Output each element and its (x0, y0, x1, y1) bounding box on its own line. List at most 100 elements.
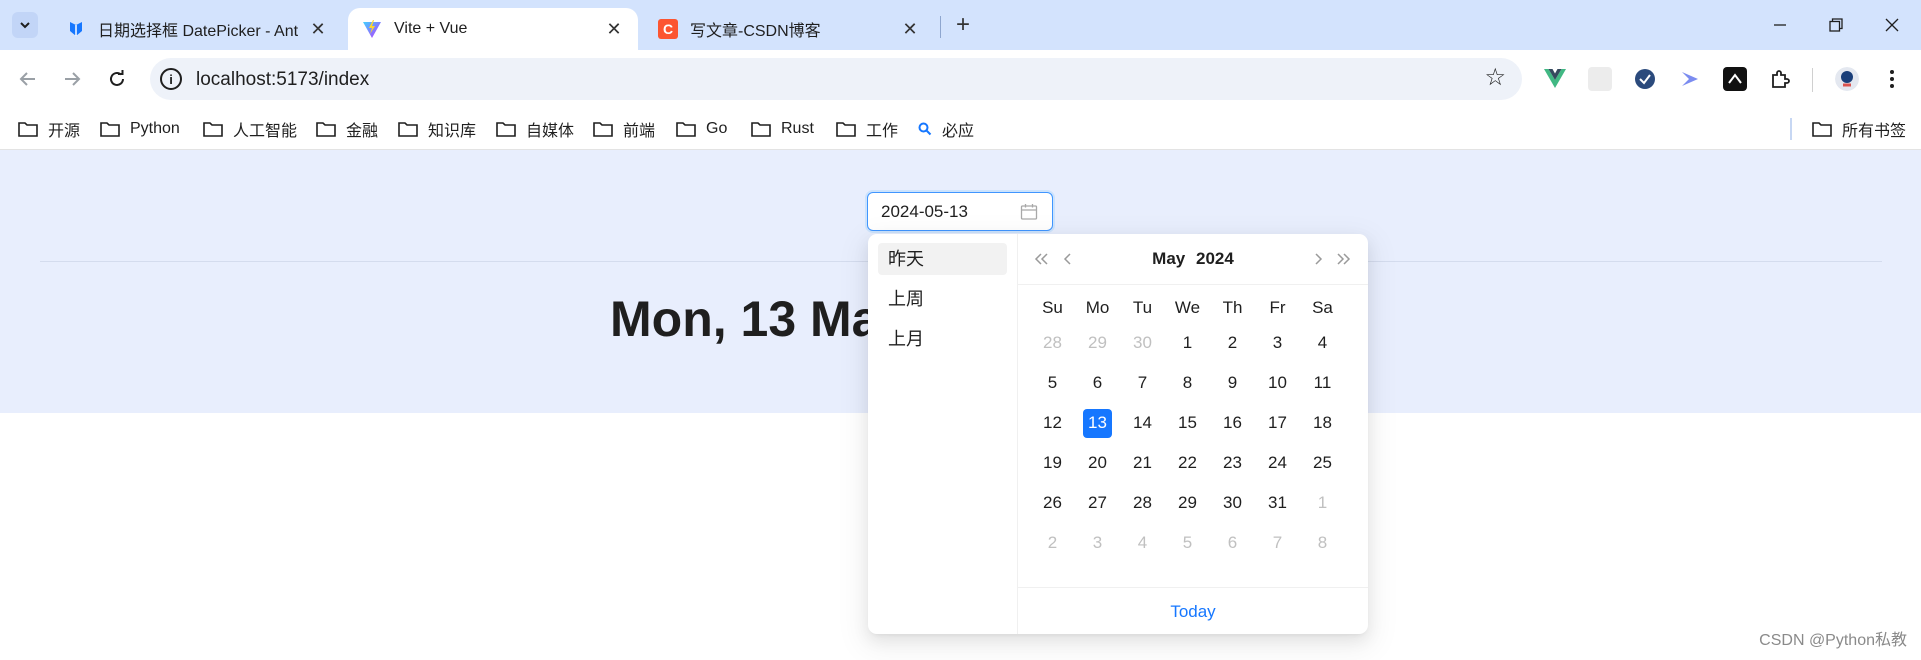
today-button[interactable]: Today (1018, 587, 1368, 634)
menu-kebab-icon[interactable] (1880, 67, 1904, 91)
day-number: 5 (1047, 373, 1058, 392)
calendar-day[interactable]: 2 (1030, 528, 1075, 558)
bookmark-folder[interactable]: Rust (751, 117, 814, 141)
calendar-day[interactable]: 22 (1165, 448, 1210, 478)
calendar-day[interactable]: 29 (1075, 328, 1120, 358)
bird-extension-icon[interactable] (1678, 67, 1702, 91)
puzzle-extensions-icon[interactable] (1768, 67, 1792, 91)
calendar-day[interactable]: 1 (1300, 488, 1345, 518)
weekday-header: Mo (1085, 298, 1110, 317)
tab-antd[interactable]: 日期选择框 DatePicker - Ant D ✕ (52, 8, 342, 50)
svg-text:C: C (663, 21, 673, 37)
calendar-day[interactable]: 9 (1210, 368, 1255, 398)
close-icon[interactable]: ✕ (900, 19, 920, 39)
date-input-value[interactable]: 2024-05-13 (881, 202, 968, 222)
new-tab-button[interactable]: + (950, 11, 976, 38)
calendar-day[interactable]: 28 (1120, 488, 1165, 518)
calendar-day[interactable]: 6 (1210, 528, 1255, 558)
minimize-button[interactable] (1752, 0, 1808, 50)
calendar-day[interactable]: 5 (1030, 368, 1075, 398)
bookmark-label: 前端 (623, 123, 656, 140)
check-circle-icon[interactable] (1633, 67, 1657, 91)
calendar-day[interactable]: 10 (1255, 368, 1300, 398)
bookmark-folder[interactable]: 工作 (836, 117, 898, 141)
calendar-day[interactable]: 8 (1300, 528, 1345, 558)
reload-button[interactable] (101, 63, 133, 95)
calendar-day[interactable]: 11 (1300, 368, 1345, 398)
next-month-button[interactable] (1308, 249, 1328, 269)
bookmark-folder[interactable]: 前端 (593, 117, 655, 141)
day-number: 11 (1313, 373, 1332, 392)
next-year-button[interactable] (1333, 249, 1353, 269)
calendar-day[interactable]: 19 (1030, 448, 1075, 478)
preset-yesterday[interactable]: 昨天 (878, 243, 1007, 275)
calendar-day[interactable]: 27 (1075, 488, 1120, 518)
bookmark-folder[interactable]: 自媒体 (496, 117, 574, 141)
bookmark-folder[interactable]: Python (100, 117, 180, 141)
calendar-day[interactable]: 7 (1255, 528, 1300, 558)
profile-avatar-icon[interactable] (1835, 67, 1859, 91)
tab-vite-vue[interactable]: Vite + Vue ✕ (348, 8, 638, 50)
calendar-day[interactable]: 31 (1255, 488, 1300, 518)
preset-last-month[interactable]: 上月 (878, 323, 1007, 355)
month-label[interactable]: May (1152, 249, 1185, 268)
calendar-day[interactable]: 30 (1210, 488, 1255, 518)
calendar-day[interactable]: 25 (1300, 448, 1345, 478)
extension-placeholder-icon[interactable] (1588, 67, 1612, 91)
calendar-day[interactable]: 15 (1165, 408, 1210, 438)
address-bar[interactable]: i localhost:5173/index ☆ (150, 58, 1522, 100)
calendar-day[interactable]: 14 (1120, 408, 1165, 438)
calendar-day[interactable]: 16 (1210, 408, 1255, 438)
calendar-icon (1020, 204, 1038, 220)
toolbar-divider (1812, 68, 1813, 92)
forward-button[interactable] (56, 63, 88, 95)
calendar-day[interactable]: 5 (1165, 528, 1210, 558)
calendar-day-selected[interactable]: 13 (1075, 408, 1120, 438)
bookmark-bing[interactable]: 必应 (918, 117, 974, 141)
calendar-day[interactable]: 7 (1120, 368, 1165, 398)
calendar-day[interactable]: 20 (1075, 448, 1120, 478)
close-icon[interactable]: ✕ (604, 19, 624, 39)
bookmark-folder[interactable]: 开源 (18, 117, 80, 141)
calendar-day[interactable]: 3 (1075, 528, 1120, 558)
calendar-day[interactable]: 30 (1120, 328, 1165, 358)
calendar-day[interactable]: 3 (1255, 328, 1300, 358)
calendar-day[interactable]: 18 (1300, 408, 1345, 438)
bookmark-folder[interactable]: 金融 (316, 117, 378, 141)
calendar-day[interactable]: 24 (1255, 448, 1300, 478)
year-label[interactable]: 2024 (1196, 249, 1234, 268)
date-picker-input[interactable]: 2024-05-13 (867, 192, 1053, 231)
bookmark-folder[interactable]: 人工智能 (203, 117, 297, 141)
bookmark-folder[interactable]: Go (676, 117, 727, 141)
calendar-day[interactable]: 6 (1075, 368, 1120, 398)
calendar-day[interactable]: 29 (1165, 488, 1210, 518)
calendar-day[interactable]: 21 (1120, 448, 1165, 478)
calendar-day[interactable]: 12 (1030, 408, 1075, 438)
vue-devtools-icon[interactable] (1543, 67, 1567, 91)
all-bookmarks-folder[interactable]: 所有书签 (1812, 117, 1906, 141)
weekday-header: Sa (1312, 298, 1333, 317)
close-icon[interactable]: ✕ (308, 19, 328, 39)
calendar-day[interactable]: 2 (1210, 328, 1255, 358)
close-window-button[interactable] (1864, 0, 1920, 50)
calendar-day[interactable]: 8 (1165, 368, 1210, 398)
preset-last-week[interactable]: 上周 (878, 283, 1007, 315)
url-text[interactable]: localhost:5173/index (196, 69, 369, 91)
calendar-day[interactable]: 1 (1165, 328, 1210, 358)
calendar-day[interactable]: 28 (1030, 328, 1075, 358)
vite-logo-icon (362, 19, 382, 39)
bookmark-star-icon[interactable]: ☆ (1484, 66, 1506, 90)
aitdk-extension-icon[interactable] (1723, 67, 1747, 91)
bookmark-label: 知识库 (428, 123, 477, 140)
restore-button[interactable] (1808, 0, 1864, 50)
tab-csdn[interactable]: C 写文章-CSDN博客 ✕ (644, 8, 934, 50)
calendar-day[interactable]: 4 (1300, 328, 1345, 358)
calendar-day[interactable]: 17 (1255, 408, 1300, 438)
calendar-day[interactable]: 4 (1120, 528, 1165, 558)
back-button[interactable] (12, 63, 44, 95)
site-info-icon[interactable]: i (160, 68, 182, 90)
bookmark-folder[interactable]: 知识库 (398, 117, 476, 141)
calendar-day[interactable]: 26 (1030, 488, 1075, 518)
calendar-day[interactable]: 23 (1210, 448, 1255, 478)
tab-search-button[interactable] (12, 12, 38, 38)
